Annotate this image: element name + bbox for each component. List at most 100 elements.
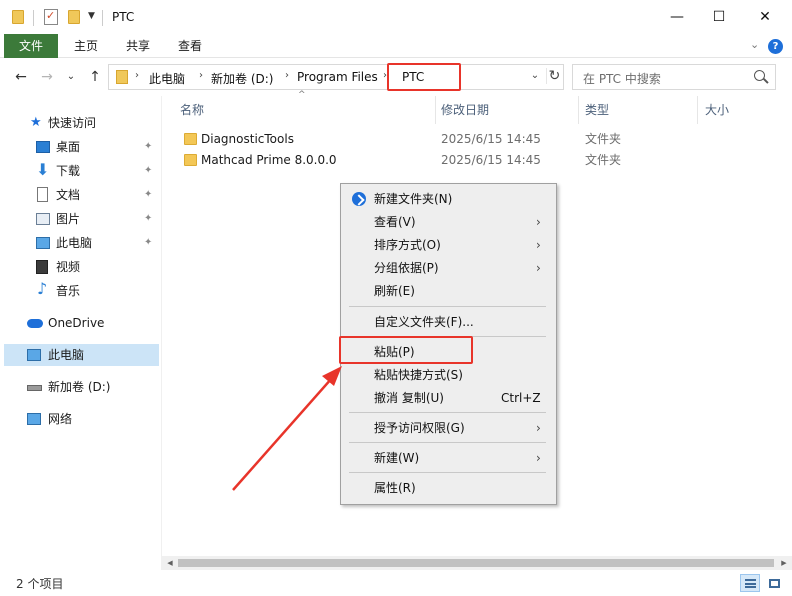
up-button[interactable]: ↑ <box>84 66 106 88</box>
breadcrumb-this-pc[interactable]: 此电脑 <box>149 70 185 87</box>
folder-icon <box>184 154 197 166</box>
sidebar-item-label: 快速访问 <box>48 116 97 130</box>
breadcrumb-separator[interactable]: › <box>285 70 289 81</box>
menu-item-properties[interactable]: 属性(R) <box>343 477 554 499</box>
sidebar-item-this-pc-quick[interactable]: 此电脑 ✦ <box>0 232 160 254</box>
refresh-icon[interactable]: ↻ <box>546 68 562 84</box>
search-input[interactable]: 在 PTC 中搜索 <box>583 70 661 87</box>
menu-item-customize-folder[interactable]: 自定义文件夹(F)... <box>343 311 554 333</box>
back-button[interactable]: ← <box>10 66 32 88</box>
scroll-thumb[interactable] <box>178 559 774 567</box>
menu-divider <box>349 472 546 473</box>
address-dropdown-icon[interactable]: ⌄ <box>527 70 543 81</box>
folder-icon <box>184 133 197 145</box>
menu-item-paste-shortcut[interactable]: 粘贴快捷方式(S) <box>343 364 554 386</box>
menu-item-label: 撤消 复制(U) <box>374 391 444 405</box>
pin-icon[interactable]: ✦ <box>144 208 152 230</box>
sidebar-item-drive-d[interactable]: 新加卷 (D:) <box>0 376 160 398</box>
expand-ribbon-icon[interactable]: ⌄ <box>750 38 759 51</box>
status-bar: 2 个项目 <box>0 570 792 596</box>
menu-item-label: 授予访问权限(G) <box>374 421 465 435</box>
sidebar-item-label: 网络 <box>48 412 73 426</box>
sidebar-item-downloads[interactable]: ⬇ 下载 ✦ <box>0 160 160 182</box>
sidebar-item-videos[interactable]: 视频 <box>0 256 160 278</box>
search-box[interactable]: 在 PTC 中搜索 <box>572 64 776 90</box>
forward-button[interactable]: → <box>36 66 58 88</box>
folder-icon <box>116 70 128 84</box>
menu-item-group-by[interactable]: 分组依据(P) › <box>343 257 554 279</box>
menu-divider <box>349 306 546 307</box>
column-divider[interactable] <box>435 96 436 124</box>
menu-item-new[interactable]: 新建(W) › <box>343 447 554 469</box>
sidebar-item-label: 下载 <box>56 164 81 178</box>
pin-icon[interactable]: ✦ <box>144 160 152 182</box>
menu-item-undo-copy[interactable]: 撤消 复制(U) Ctrl+Z <box>343 387 554 409</box>
network-icon <box>27 413 41 425</box>
menu-item-new-folder[interactable]: 新建文件夹(N) <box>343 188 554 210</box>
sidebar-item-label: 此电脑 <box>48 348 85 362</box>
sidebar-item-label: OneDrive <box>48 316 105 330</box>
drive-icon <box>27 385 42 391</box>
breadcrumb-drive-d[interactable]: 新加卷 (D:) <box>211 70 273 87</box>
properties-icon[interactable] <box>44 9 58 25</box>
sidebar-item-this-pc[interactable]: 此电脑 <box>4 344 159 366</box>
column-header-type[interactable]: 类型 <box>585 96 695 124</box>
sidebar-item-pictures[interactable]: 图片 ✦ <box>0 208 160 230</box>
sidebar-item-documents[interactable]: 文档 ✦ <box>0 184 160 206</box>
column-header-name[interactable]: 名称 <box>180 96 434 124</box>
minimize-button[interactable]: — <box>654 0 700 34</box>
column-divider[interactable] <box>578 96 579 124</box>
menu-item-refresh[interactable]: 刷新(E) <box>343 280 554 302</box>
new-folder-icon[interactable] <box>68 10 80 24</box>
tab-view[interactable]: 查看 <box>170 34 210 58</box>
file-type: 文件夹 <box>585 153 622 167</box>
pin-icon[interactable]: ✦ <box>144 136 152 158</box>
new-folder-icon <box>352 192 366 206</box>
pin-icon[interactable]: ✦ <box>144 184 152 206</box>
column-divider[interactable] <box>697 96 698 124</box>
sidebar-item-label: 此电脑 <box>56 236 93 250</box>
tab-home[interactable]: 主页 <box>66 34 106 58</box>
menu-divider <box>349 442 546 443</box>
sidebar-item-onedrive[interactable]: OneDrive <box>0 312 160 334</box>
close-button[interactable]: ✕ <box>742 0 788 34</box>
menu-item-label: 新建文件夹(N) <box>374 192 453 206</box>
column-header-size[interactable]: 大小 <box>705 96 775 124</box>
sidebar-item-network[interactable]: 网络 <box>0 408 160 430</box>
cloud-icon <box>27 319 43 328</box>
sidebar-item-label: 视频 <box>56 260 81 274</box>
sidebar-item-music[interactable]: ♪ 音乐 <box>0 280 160 302</box>
recent-locations-button[interactable]: ⌄ <box>60 66 82 88</box>
picture-icon <box>36 213 50 225</box>
customize-quick-access-icon[interactable]: ▼ <box>88 11 95 21</box>
file-row[interactable]: Mathcad Prime 8.0.0.0 2025/6/15 14:45 文件… <box>174 149 774 171</box>
annotation-arrow-head <box>322 366 342 386</box>
sidebar-item-desktop[interactable]: 桌面 ✦ <box>0 136 160 158</box>
scroll-right-icon[interactable]: ▶ <box>776 556 792 570</box>
large-icons-view-button[interactable] <box>764 574 784 592</box>
breadcrumb-separator[interactable]: › <box>199 70 203 81</box>
details-view-button[interactable] <box>740 574 760 592</box>
breadcrumb-separator[interactable]: › <box>135 70 139 81</box>
sidebar-item-quick-access[interactable]: ★ 快速访问 <box>0 112 160 134</box>
pin-icon[interactable]: ✦ <box>144 232 152 254</box>
help-icon[interactable]: ? <box>768 39 783 54</box>
menu-item-give-access[interactable]: 授予访问权限(G) › <box>343 417 554 439</box>
submenu-arrow-icon: › <box>536 261 541 275</box>
navigation-pane: ★ 快速访问 桌面 ✦ ⬇ 下载 ✦ 文档 ✦ 图片 ✦ 此电脑 ✦ 视频 ♪ … <box>0 96 162 570</box>
menu-item-sort-by[interactable]: 排序方式(O) › <box>343 234 554 256</box>
address-bar[interactable]: › 此电脑 › 新加卷 (D:) › Program Files › PTC ⌄… <box>108 64 564 90</box>
menu-item-view[interactable]: 查看(V) › <box>343 211 554 233</box>
tab-share[interactable]: 共享 <box>118 34 158 58</box>
sidebar-item-label: 图片 <box>56 212 81 226</box>
column-header-modified[interactable]: 修改日期 <box>441 96 577 124</box>
download-icon: ⬇ <box>36 160 50 179</box>
tab-file[interactable]: 文件 <box>4 34 58 58</box>
breadcrumb-program-files[interactable]: Program Files <box>297 70 378 84</box>
file-row[interactable]: DiagnosticTools 2025/6/15 14:45 文件夹 <box>174 128 774 150</box>
maximize-button[interactable]: ☐ <box>696 0 742 34</box>
horizontal-scrollbar[interactable]: ◀ ▶ <box>162 556 792 570</box>
video-icon <box>36 260 48 274</box>
window-title: PTC <box>112 10 135 24</box>
scroll-left-icon[interactable]: ◀ <box>162 556 178 570</box>
